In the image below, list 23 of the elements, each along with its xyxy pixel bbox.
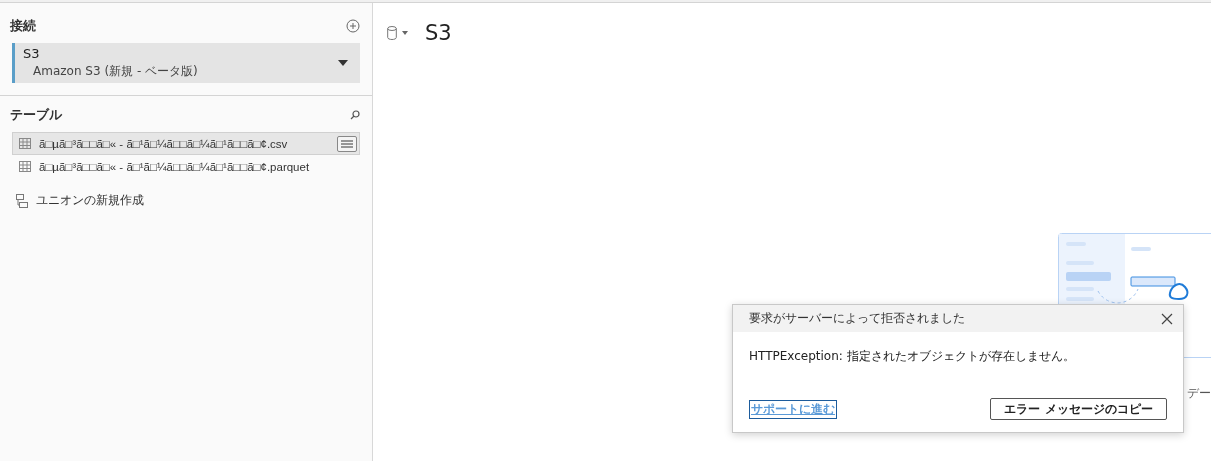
dialog-title: 要求がサーバーによって拒否されました (749, 310, 965, 327)
connection-name: S3 (23, 46, 41, 61)
database-icon[interactable] (387, 26, 397, 40)
caret-icon[interactable] (338, 60, 348, 66)
caret-icon[interactable] (402, 31, 408, 35)
hint-text: デー (1187, 385, 1211, 402)
section-title: テーブル (10, 106, 62, 124)
connection-type: Amazon S3 (新規 - ベータ版) (32, 63, 198, 80)
add-icon[interactable] (346, 19, 360, 33)
page-title: S3 (425, 21, 452, 45)
new-union-item[interactable]: ユニオンの新規作成 (10, 192, 360, 209)
close-icon[interactable] (1161, 312, 1173, 325)
table-item[interactable]: ã□µã□³ã□□ã□« - ã□¹ã□¼ã□□ã□¼ã□¹ã□□ã□¢.parquet (12, 155, 360, 178)
union-icon (16, 193, 28, 208)
table-icon (19, 161, 31, 172)
list-view-icon[interactable] (337, 135, 357, 152)
table-icon (19, 138, 31, 149)
table-item[interactable]: ã□µã□³ã□□ã□« - ã□¹ã□¼ã□□ã□¼ã□¹ã□□ã□¢.csv (12, 132, 360, 155)
error-message: HTTPException: 指定されたオブジェクトが存在しません。 (748, 348, 1076, 365)
search-icon[interactable] (350, 110, 360, 120)
copy-button[interactable]: エラー メッセージのコピー (990, 398, 1167, 420)
section-title: 接続 (10, 17, 36, 35)
connection-item[interactable]: S3 Amazon S3 (新規 - ベータ版) (12, 43, 360, 83)
